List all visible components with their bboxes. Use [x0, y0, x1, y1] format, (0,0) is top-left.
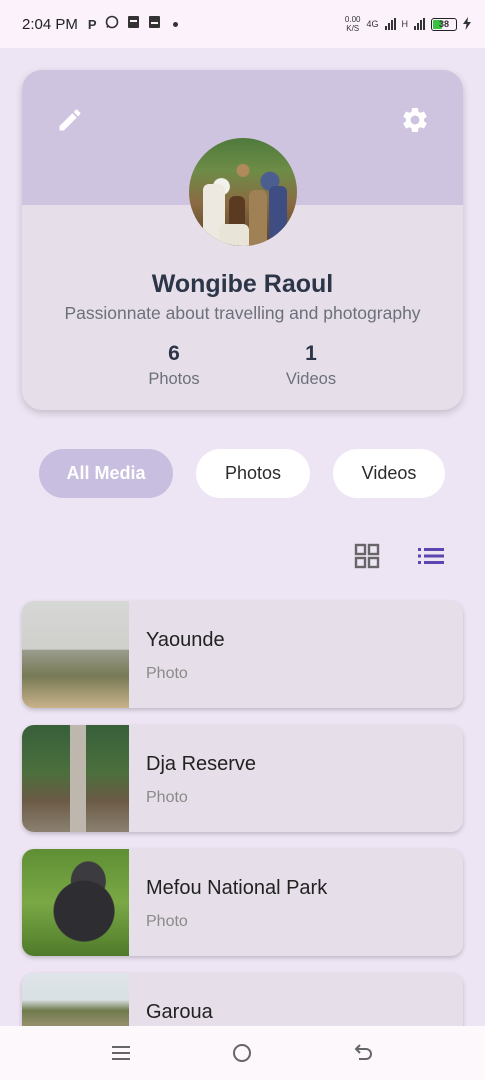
grid-view-button[interactable] — [352, 541, 382, 571]
profile-name: Wongibe Raoul — [151, 270, 334, 298]
more-notifications-dot — [172, 21, 178, 27]
notification-icon — [127, 15, 140, 33]
photos-stat[interactable]: 6 Photos — [114, 342, 234, 389]
signal-icon — [384, 18, 396, 30]
list-view-button[interactable] — [416, 541, 446, 571]
media-list-item[interactable]: Mefou National Park Photo — [22, 849, 463, 956]
network-type: 4G — [366, 19, 379, 29]
media-list-item[interactable]: Dja Reserve Photo — [22, 725, 463, 832]
back-icon — [354, 1044, 372, 1060]
signal-icon — [414, 18, 425, 30]
pencil-icon — [59, 109, 81, 131]
network-type-2: H — [401, 19, 409, 29]
media-type: Photo — [146, 665, 188, 682]
media-title: Yaounde — [146, 629, 225, 651]
profile-card: Wongibe Raoul Passionnate about travelli… — [22, 70, 463, 410]
home-circle-icon — [233, 1044, 251, 1062]
notification-icon — [148, 15, 161, 33]
battery-icon: 38 — [431, 17, 457, 31]
status-left: 2:04 PM P — [22, 15, 178, 33]
media-title: Garoua — [146, 1001, 213, 1023]
profile-bio: Passionnate about travelling and photogr… — [64, 303, 421, 323]
whatsapp-icon — [105, 15, 119, 33]
menu-icon — [112, 1046, 130, 1060]
edit-profile-button[interactable] — [52, 102, 88, 138]
videos-label: Videos — [285, 370, 337, 388]
net-speed: 0.00 K/S — [345, 15, 361, 33]
media-list-item[interactable]: Yaounde Photo — [22, 601, 463, 708]
media-type: Photo — [146, 913, 188, 930]
net-speed-value: 0.00 — [344, 15, 361, 24]
media-type: Photo — [146, 789, 188, 806]
list-view-icon — [418, 548, 444, 564]
battery-level: 38 — [438, 19, 449, 29]
filter-videos[interactable]: Videos — [333, 449, 445, 498]
media-thumbnail — [22, 601, 129, 708]
filter-photos[interactable]: Photos — [196, 449, 310, 498]
net-speed-unit: K/S — [346, 24, 360, 33]
settings-button[interactable] — [397, 102, 433, 138]
system-nav-bar — [0, 1026, 485, 1080]
home-button[interactable] — [228, 1039, 256, 1067]
recent-apps-button[interactable] — [107, 1039, 135, 1067]
media-title: Dja Reserve — [146, 753, 257, 775]
grid-view-icon — [354, 543, 380, 569]
videos-count: 1 — [305, 342, 317, 365]
avatar[interactable] — [189, 138, 297, 246]
p-app-icon: P — [87, 16, 97, 32]
videos-stat[interactable]: 1 Videos — [251, 342, 371, 389]
media-thumbnail — [22, 725, 129, 832]
charging-icon — [463, 16, 471, 32]
gear-icon — [403, 107, 427, 132]
status-right: 0.00 K/S 4G H 38 — [345, 15, 471, 33]
photos-count: 6 — [168, 342, 180, 365]
filter-all-media[interactable]: All Media — [39, 449, 173, 498]
media-title: Mefou National Park — [146, 877, 328, 899]
status-bar: 2:04 PM P 0.00 K/S 4G H 38 — [0, 0, 485, 48]
photos-label: Photos — [148, 370, 200, 388]
media-thumbnail — [22, 849, 129, 956]
status-time: 2:04 PM — [22, 15, 78, 33]
back-button[interactable] — [349, 1039, 377, 1067]
